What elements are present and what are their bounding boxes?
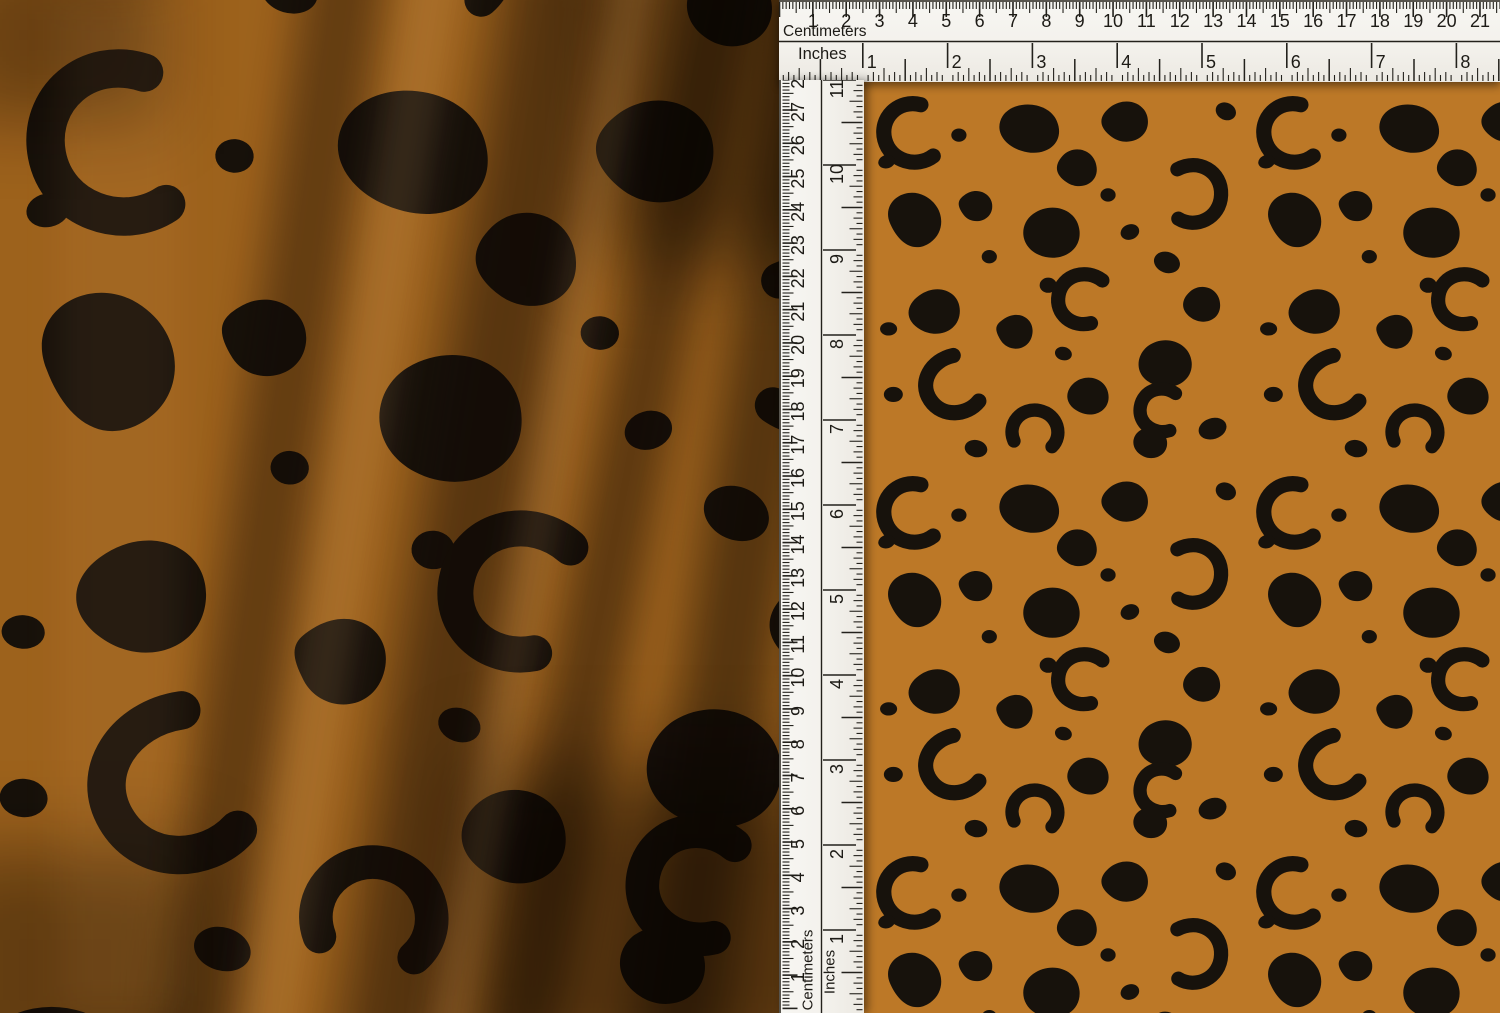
ruler-number: 21 — [788, 302, 808, 322]
ruler-number: 17 — [788, 435, 808, 455]
horizontal-inches-label: Inches — [798, 45, 847, 64]
ruler-number: 11 — [788, 635, 808, 654]
ruler-number: 10 — [827, 164, 847, 184]
ruler-number: 19 — [788, 368, 808, 388]
ruler-number: 9 — [788, 706, 808, 716]
ruler-number: 7 — [827, 424, 847, 434]
ruler-number: 5 — [788, 839, 808, 849]
horizontal-centimeters-label: Centimeters — [783, 23, 867, 41]
ruler-number: 12 — [1170, 11, 1190, 31]
ruler-number: 8 — [788, 739, 808, 749]
ruler-number: 7 — [1376, 52, 1386, 72]
ruler-number: 2 — [952, 52, 962, 72]
ruler-number: 25 — [788, 169, 808, 189]
ruler-number: 12 — [788, 601, 808, 621]
vertical-centimeters-label: Centimeters — [800, 930, 817, 1011]
vertical-inches-label: Inches — [822, 950, 839, 994]
ruler-number: 8 — [1460, 52, 1470, 72]
flat-fabric-swatch — [862, 80, 1500, 1013]
ruler-number: 3 — [1036, 52, 1046, 72]
ruler-number: 4 — [908, 11, 918, 31]
ruler-number: 24 — [788, 202, 808, 222]
ruler-number: 3 — [788, 906, 808, 916]
ruler-number: 15 — [788, 501, 808, 521]
ruler-number: 11 — [1137, 11, 1156, 31]
vertical-ruler: 1234567891011121314151617181920212223242… — [779, 80, 864, 1013]
ruler-number: 1 — [827, 934, 847, 944]
ruler-number: 20 — [788, 335, 808, 355]
ruler-number: 6 — [1291, 52, 1301, 72]
ruler-number: 5 — [1206, 52, 1216, 72]
leopard-pattern-left — [0, 0, 779, 1013]
vertical-ruler-scale: 1234567891011121314151617181920212223242… — [781, 80, 864, 1013]
leopard-pattern-right — [862, 80, 1500, 1013]
ruler-number: 19 — [1403, 11, 1423, 31]
ruler-number: 22 — [788, 268, 808, 288]
ruler-number: 4 — [1121, 52, 1131, 72]
ruler-number: 14 — [1236, 11, 1256, 31]
ruler-number: 9 — [827, 254, 847, 264]
ruler-number: 13 — [1203, 11, 1223, 31]
ruler-number: 26 — [788, 135, 808, 155]
ruler-number: 6 — [975, 11, 985, 31]
ruler-number: 16 — [788, 468, 808, 488]
ruler-number: 3 — [875, 11, 885, 31]
ruler-number: 5 — [941, 11, 951, 31]
ruler-number: 28 — [788, 80, 808, 89]
ruler-number: 3 — [827, 764, 847, 774]
ruler-number: 13 — [788, 568, 808, 588]
ruler-number: 8 — [827, 339, 847, 349]
ruler-number: 10 — [788, 668, 808, 688]
horizontal-ruler-scale: 1234567891011121314151617181920211234567… — [779, 2, 1500, 82]
ruler-number: 11 — [827, 80, 847, 98]
ruler-number: 18 — [788, 401, 808, 421]
ruler-number: 16 — [1303, 11, 1323, 31]
ruler-number: 10 — [1103, 11, 1123, 31]
ruler-number: 23 — [788, 235, 808, 255]
ruler-number: 15 — [1270, 11, 1290, 31]
ruler-number: 2 — [827, 849, 847, 859]
ruler-number: 20 — [1437, 11, 1457, 31]
ruler-number: 9 — [1075, 11, 1085, 31]
ruler-number: 17 — [1337, 11, 1357, 31]
ruler-number: 21 — [1470, 11, 1490, 31]
ruler-number: 8 — [1041, 11, 1051, 31]
draped-fabric-photo — [0, 0, 779, 1013]
ruler-number: 27 — [788, 102, 808, 122]
ruler-number: 14 — [788, 535, 808, 555]
ruler-number: 6 — [788, 806, 808, 816]
ruler-number: 5 — [827, 594, 847, 604]
ruler-number: 6 — [827, 509, 847, 519]
ruler-number: 7 — [788, 772, 808, 782]
horizontal-ruler: 1234567891011121314151617181920211234567… — [779, 0, 1500, 82]
ruler-number: 7 — [1008, 11, 1018, 31]
fabric-listing-photo: 1234567891011121314151617181920211234567… — [0, 0, 1500, 1013]
ruler-number: 4 — [827, 679, 847, 689]
ruler-number: 1 — [867, 52, 877, 72]
ruler-number: 18 — [1370, 11, 1390, 31]
ruler-number: 4 — [788, 872, 808, 882]
